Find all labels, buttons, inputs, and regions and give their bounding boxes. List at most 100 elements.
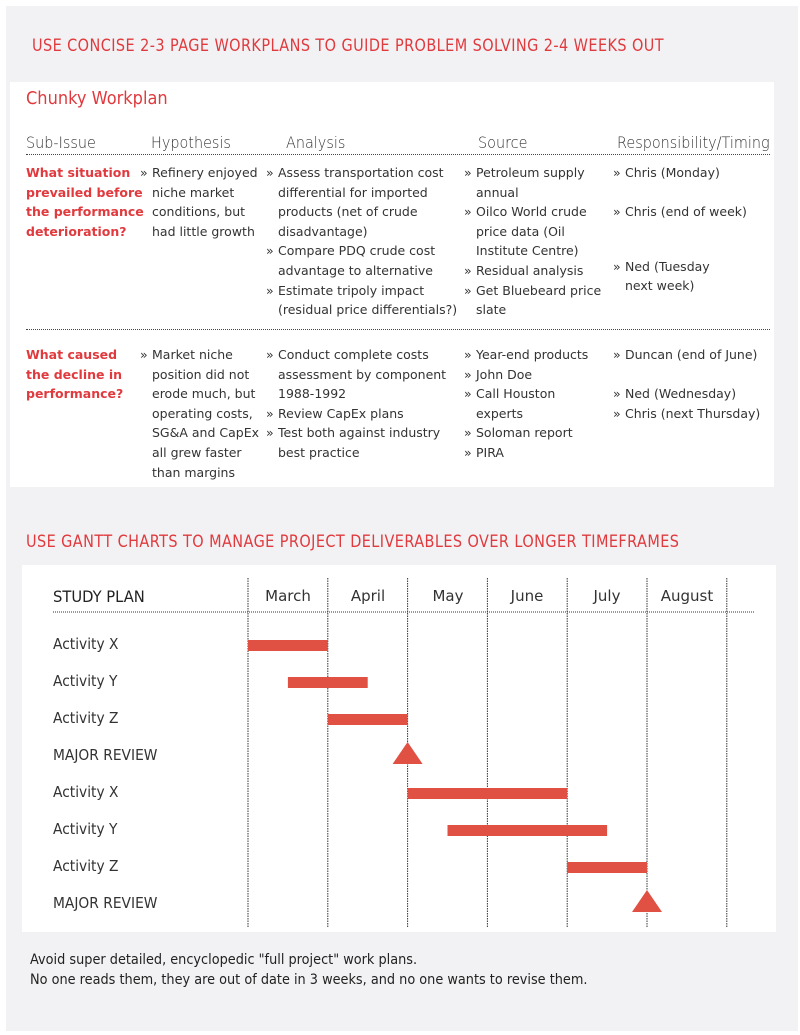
item-text: Ned (Wednesday)	[625, 386, 737, 402]
source-item: » John Doe	[464, 365, 588, 385]
responsibility-item: » Ned (Tuesday next week)	[613, 257, 747, 296]
task-label: Activity X	[53, 783, 119, 801]
column-header-analysis: Analysis	[286, 133, 346, 152]
source-item: » Get Bluebeard price slate	[464, 281, 601, 320]
row-2-source: » Year-end products» John Doe» Call Houston…	[464, 345, 588, 463]
item-text: Refinery enjoyed	[152, 165, 258, 180]
column-header-responsibility: Responsibility/Timing	[617, 133, 770, 152]
item-text: than margins	[152, 464, 235, 480]
item-text: Assess transportation cost	[278, 165, 444, 180]
analysis-item: » Review CapEx plans	[266, 404, 446, 424]
sub-issue-line: What caused	[26, 347, 118, 362]
item-text: had little growth	[152, 223, 255, 239]
task-label: Activity Y	[53, 672, 118, 690]
item-text: Petroleum supply	[476, 165, 585, 180]
row-divider	[26, 329, 770, 330]
item-text: PIRA	[476, 444, 504, 460]
row-2-analysis: » Conduct complete costs assessment by com…	[266, 345, 446, 463]
item-text: Get Bluebeard price	[476, 282, 602, 298]
bullet-icon: »	[464, 425, 472, 441]
item-text: Chris (end of week)	[625, 204, 747, 220]
bullet-icon: »	[266, 282, 274, 298]
item-text: Call Houston	[476, 386, 556, 402]
item-text: Test both against industry	[278, 425, 441, 441]
source-item: » Oilco World crude price data (Oil Institu…	[464, 202, 601, 261]
item-text: Soloman report	[476, 425, 573, 441]
row-1-responsibility: » Chris (Monday)» Chris (end of week)» Ned …	[613, 163, 747, 296]
item-text: experts	[476, 405, 524, 421]
hypothesis-item: » Market niche position did not erode much,…	[140, 345, 259, 482]
sub-issue-line: the performance	[26, 204, 144, 220]
task-label: Activity Y	[53, 820, 118, 838]
row-1-analysis: » Assess transportation cost differential …	[266, 163, 457, 320]
column-header-sub-issue: Sub-Issue	[26, 133, 96, 152]
item-text: advantage to alternative	[278, 262, 433, 278]
item-text: differential for imported	[278, 184, 428, 200]
bullet-icon: »	[464, 386, 472, 402]
footer-line-2: No one reads them, they are out of date …	[30, 972, 588, 988]
source-item: » PIRA	[464, 443, 588, 463]
row-2-hypothesis: » Market niche position did not erode much,…	[140, 345, 259, 482]
bullet-icon: »	[464, 204, 472, 220]
item-text: next week)	[625, 278, 695, 294]
sub-issue-line: prevailed before	[26, 184, 143, 200]
bullet-icon: »	[266, 425, 274, 441]
analysis-item: » Test both against industry best practice	[266, 423, 446, 462]
bullet-icon: »	[613, 165, 621, 180]
month-label-may: May	[432, 587, 464, 605]
bullet-icon: »	[464, 282, 472, 298]
responsibility-item: » Duncan (end of June)	[613, 345, 760, 365]
month-label-july: July	[593, 587, 621, 605]
bullet-icon: »	[613, 204, 621, 220]
footer-line-1: Avoid super detailed, encyclopedic "full…	[30, 952, 418, 968]
sub-issue-line: the decline in	[26, 366, 123, 382]
item-text: SG&A and CapEx	[152, 425, 260, 441]
item-text: Residual analysis	[476, 262, 584, 278]
bullet-icon: »	[613, 258, 621, 274]
item-text: Oilco World crude	[476, 204, 587, 220]
sub-issue-line: deterioration?	[26, 223, 127, 239]
item-text: erode much, but	[152, 386, 256, 402]
task-label: Activity Z	[53, 857, 119, 875]
item-text: slate	[476, 302, 507, 318]
item-text: (residual price differentials?)	[278, 302, 458, 318]
item-text: Year-end products	[476, 347, 589, 362]
workplan-title: Chunky Workplan	[26, 88, 168, 109]
item-text: Review CapEx plans	[278, 405, 404, 421]
responsibility-item: » Chris (Monday)	[613, 163, 747, 183]
task-label: Activity Z	[53, 709, 119, 727]
task-label: Activity X	[53, 635, 119, 653]
item-text: Chris (next Thursday)	[625, 405, 761, 421]
bullet-icon: »	[464, 347, 472, 362]
row-1-source: » Petroleum supply annual» Oilco World crud…	[464, 163, 601, 320]
month-label-april: April	[350, 587, 386, 605]
row-1-sub-issue: What situation prevailed before the perfor…	[26, 163, 144, 241]
header-divider	[26, 154, 770, 155]
item-text: Ned (Tuesday	[625, 258, 710, 274]
row-2-sub-issue: What caused the decline in performance?	[26, 345, 123, 404]
item-text: Conduct complete costs	[278, 347, 429, 362]
sub-issue-line: performance?	[26, 386, 124, 402]
item-text: Estimate tripoly impact	[278, 282, 425, 298]
item-text: Institute Centre)	[476, 243, 579, 259]
item-text: all grew faster	[152, 444, 242, 460]
bullet-icon: »	[140, 347, 148, 362]
item-text: 1988-1992	[278, 386, 347, 402]
row-1-hypothesis: » Refinery enjoyed niche market conditions,…	[140, 163, 258, 241]
bullet-icon: »	[613, 386, 621, 402]
item-text: operating costs,	[152, 405, 253, 421]
source-item: » Petroleum supply annual	[464, 163, 601, 202]
month-label-august: August	[660, 587, 714, 605]
source-item: » Residual analysis	[464, 261, 601, 281]
bullet-icon: »	[464, 165, 472, 180]
item-text: Chris (Monday)	[625, 165, 720, 180]
bullet-icon: »	[266, 243, 274, 259]
bullet-icon: »	[613, 347, 621, 362]
item-text: assessment by component	[278, 366, 447, 382]
analysis-item: » Assess transportation cost differential …	[266, 163, 457, 241]
sub-issue-line: What situation	[26, 165, 131, 180]
analysis-item: » Conduct complete costs assessment by com…	[266, 345, 446, 404]
bullet-icon: »	[613, 405, 621, 421]
gantt-title: STUDY PLAN	[53, 587, 145, 606]
responsibility-item: » Ned (Wednesday)	[613, 384, 760, 404]
